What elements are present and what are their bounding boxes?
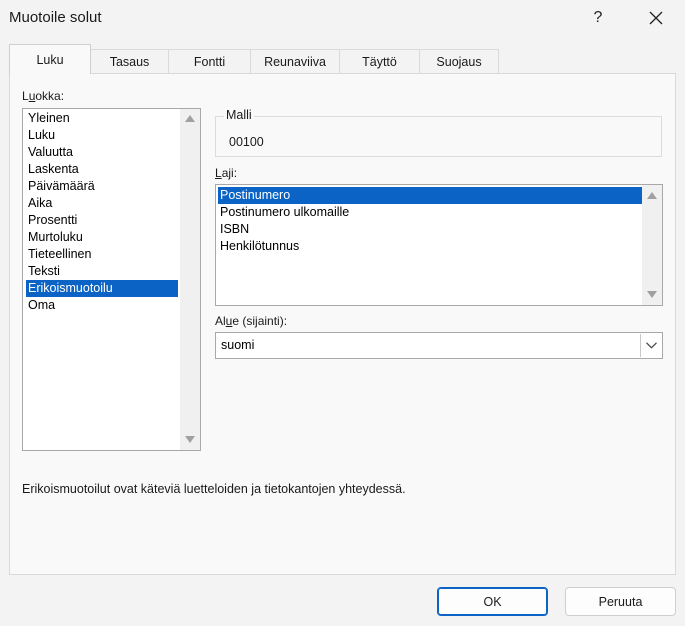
category-item-yleinen[interactable]: Yleinen <box>26 110 178 127</box>
category-item-teksti[interactable]: Teksti <box>26 263 178 280</box>
tab-fontti[interactable]: Fontti <box>168 49 251 73</box>
tab-tasaus[interactable]: Tasaus <box>90 49 169 73</box>
description-text: Erikoismuotoilut ovat käteviä luetteloid… <box>22 482 406 496</box>
tab-reunaviiva[interactable]: Reunaviiva <box>250 49 340 73</box>
tab-luku[interactable]: Luku <box>9 44 91 74</box>
type-item-postinumero-ulkomaille[interactable]: Postinumero ulkomaille <box>218 204 642 221</box>
close-button[interactable] <box>639 4 673 32</box>
category-item-valuutta[interactable]: Valuutta <box>26 144 178 161</box>
category-item-paivamaara[interactable]: Päivämäärä <box>26 178 178 195</box>
ok-button[interactable]: OK <box>437 587 548 616</box>
category-list[interactable]: Yleinen Luku Valuutta Laskenta Päivämäär… <box>22 108 201 451</box>
category-item-prosentti[interactable]: Prosentti <box>26 212 178 229</box>
category-item-erikoismuotoilu[interactable]: Erikoismuotoilu <box>26 280 178 297</box>
sample-caption: Malli <box>224 108 254 122</box>
locale-value: suomi <box>221 338 255 352</box>
dialog-title: Muotoile solut <box>9 9 102 26</box>
type-item-postinumero[interactable]: Postinumero <box>218 187 642 204</box>
category-item-luku[interactable]: Luku <box>26 127 178 144</box>
category-scrollbar[interactable] <box>180 109 200 450</box>
locale-dropdown-button[interactable] <box>640 334 661 357</box>
title-bar <box>0 0 685 36</box>
scroll-down-icon[interactable] <box>185 436 195 443</box>
cancel-button[interactable]: Peruuta <box>565 587 676 616</box>
category-item-laskenta[interactable]: Laskenta <box>26 161 178 178</box>
category-label: Luokka: <box>22 89 65 103</box>
category-item-oma[interactable]: Oma <box>26 297 178 314</box>
sample-value: 00100 <box>229 135 264 149</box>
type-item-isbn[interactable]: ISBN <box>218 221 642 238</box>
sample-group <box>215 116 662 157</box>
tab-taytto[interactable]: Täyttö <box>339 49 420 73</box>
type-list[interactable]: Postinumero Postinumero ulkomaille ISBN … <box>215 184 663 306</box>
category-item-aika[interactable]: Aika <box>26 195 178 212</box>
locale-dropdown[interactable]: suomi <box>215 332 663 359</box>
type-item-henkilotunnus[interactable]: Henkilötunnus <box>218 238 642 255</box>
locale-label: Alue (sijainti): <box>215 314 288 328</box>
chevron-down-icon <box>645 342 657 349</box>
category-item-murtoluku[interactable]: Murtoluku <box>26 229 178 246</box>
scroll-up-icon[interactable] <box>647 192 657 199</box>
scroll-up-icon[interactable] <box>185 115 195 122</box>
scroll-down-icon[interactable] <box>647 291 657 298</box>
tab-suojaus[interactable]: Suojaus <box>419 49 499 73</box>
close-icon <box>649 11 663 25</box>
type-label: Laji: <box>215 166 238 180</box>
type-scrollbar[interactable] <box>642 185 662 305</box>
category-item-tieteellinen[interactable]: Tieteellinen <box>26 246 178 263</box>
help-button[interactable]: ? <box>584 4 612 32</box>
